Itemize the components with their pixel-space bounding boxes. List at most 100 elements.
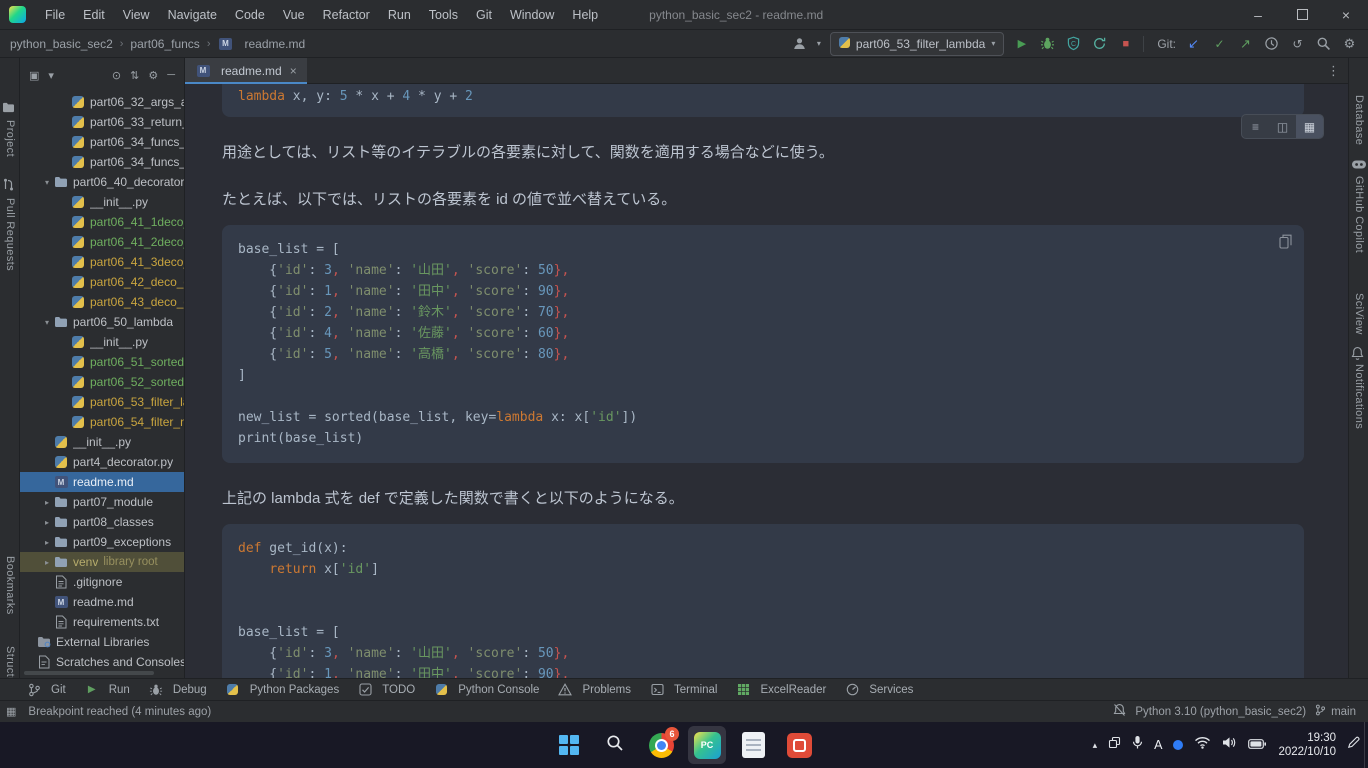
tree-item[interactable]: ▸part08_classes <box>20 512 184 532</box>
chevron-right-icon[interactable]: ▸ <box>41 558 53 567</box>
menu-run[interactable]: Run <box>379 0 420 30</box>
wifi-icon[interactable] <box>1194 736 1211 754</box>
push-button[interactable]: ↗ <box>1237 35 1254 53</box>
tray-chevron-icon[interactable]: ▴ <box>1093 740 1098 751</box>
menu-code[interactable]: Code <box>226 0 274 30</box>
tree-item[interactable]: part06_52_sorted_no <box>20 372 184 392</box>
notifications-muted-icon[interactable] <box>1113 703 1126 720</box>
toolwindow-toggle-icon[interactable]: ▦ <box>6 705 16 718</box>
close-tab-icon[interactable]: × <box>290 64 297 78</box>
debug-button[interactable] <box>1039 35 1056 53</box>
menu-help[interactable]: Help <box>563 0 607 30</box>
commit-button[interactable]: ✓ <box>1211 35 1228 53</box>
tree-item[interactable]: __init__.py <box>20 332 184 352</box>
microphone-icon[interactable] <box>1132 735 1143 755</box>
toolwindow-button-python-console[interactable]: Python Console <box>433 683 539 697</box>
github-copilot-icon[interactable] <box>1351 156 1367 177</box>
toolwindow-stripe-database[interactable]: Database <box>1353 95 1365 145</box>
menu-navigate[interactable]: Navigate <box>159 0 226 30</box>
settings-button[interactable]: ⚙ <box>1341 35 1358 53</box>
tree-item[interactable]: part06_43_deco_den <box>20 292 184 312</box>
pull-requests-icon[interactable] <box>2 178 15 196</box>
horizontal-scrollbar[interactable] <box>24 671 154 675</box>
chevron-down-icon[interactable]: ▾ <box>41 318 53 327</box>
project-view-options-icon[interactable]: ▣ <box>29 69 39 82</box>
tree-item[interactable]: part06_51_sorted_la <box>20 352 184 372</box>
pen-icon[interactable] <box>1347 736 1360 754</box>
menu-view[interactable]: View <box>114 0 159 30</box>
run-button[interactable]: ▶ <box>1013 35 1030 53</box>
rollback-button[interactable]: ↺ <box>1289 35 1306 53</box>
toolwindow-button-git[interactable]: Git <box>26 683 66 697</box>
interpreter-selector[interactable]: Python 3.10 (python_basic_sec2) <box>1135 706 1306 718</box>
tree-item[interactable]: Mreadme.md <box>20 592 184 612</box>
chevron-down-icon[interactable]: ▾ <box>41 178 53 187</box>
chrome-taskbar-button[interactable]: 6 <box>642 726 680 764</box>
history-button[interactable] <box>1263 35 1280 53</box>
toolwindow-stripe-bookmarks[interactable]: Bookmarks <box>4 556 16 615</box>
tree-item[interactable]: part06_53_filter_lam <box>20 392 184 412</box>
tree-item[interactable]: part4_decorator.py <box>20 452 184 472</box>
editor-only-icon[interactable]: ≡ <box>1242 115 1269 138</box>
tree-item[interactable]: part06_42_deco_den <box>20 272 184 292</box>
start-button[interactable] <box>550 726 588 764</box>
maximize-button[interactable] <box>1280 0 1324 29</box>
red-app-taskbar-button[interactable] <box>780 726 818 764</box>
toolwindow-stripe-sciview[interactable]: SciView <box>1353 293 1365 335</box>
stop-button[interactable]: ■ <box>1117 35 1134 53</box>
menu-vue[interactable]: Vue <box>274 0 314 30</box>
tree-item[interactable]: External Libraries <box>20 632 184 652</box>
chevron-right-icon[interactable]: ▸ <box>41 498 53 507</box>
show-desktop-button[interactable] <box>1364 722 1368 768</box>
toolwindow-button-terminal[interactable]: Terminal <box>649 683 717 697</box>
breadcrumb-item[interactable]: python_basic_sec2 <box>10 37 113 51</box>
tree-item[interactable]: part06_41_2deco_de <box>20 232 184 252</box>
project-icon[interactable] <box>2 100 15 118</box>
tree-item[interactable]: part06_33_return_fun <box>20 112 184 132</box>
status-message[interactable]: Breakpoint reached (4 minutes ago) <box>28 706 211 718</box>
tree-item[interactable]: .gitignore <box>20 572 184 592</box>
tree-item[interactable]: ▸part09_exceptions <box>20 532 184 552</box>
tree-item[interactable]: __init__.py <box>20 192 184 212</box>
pycharm-taskbar-button[interactable]: PC <box>688 726 726 764</box>
chevron-right-icon[interactable]: ▸ <box>41 518 53 527</box>
tree-item[interactable]: part06_34_funcs_in_f <box>20 152 184 172</box>
toolwindow-button-problems[interactable]: Problems <box>557 683 631 697</box>
toolwindow-button-services[interactable]: Services <box>844 683 913 697</box>
panel-settings-icon[interactable]: ⚙ <box>148 69 158 82</box>
notepad-taskbar-button[interactable] <box>734 726 772 764</box>
locate-file-icon[interactable]: ⊙ <box>112 69 121 82</box>
tree-item[interactable]: part06_32_args_are_f <box>20 92 184 112</box>
tree-item[interactable]: part06_41_3deco_de <box>20 252 184 272</box>
breadcrumb-item[interactable]: part06_funcs <box>130 37 199 51</box>
user-dropdown-icon[interactable]: ▾ <box>817 39 821 48</box>
tree-item[interactable]: ▾part06_40_decorator <box>20 172 184 192</box>
menu-window[interactable]: Window <box>501 0 563 30</box>
tree-item[interactable]: ▸part07_module <box>20 492 184 512</box>
expand-collapse-icon[interactable]: ⇅ <box>130 69 139 82</box>
tree-item[interactable]: Scratches and Consoles <box>20 652 184 672</box>
toolwindow-button-todo[interactable]: TODO <box>357 683 415 697</box>
ime-indicator[interactable]: A <box>1154 738 1162 752</box>
tree-item[interactable]: __init__.py <box>20 432 184 452</box>
run-config-select[interactable]: part06_53_filter_lambda ▾ <box>830 32 1004 56</box>
tree-item[interactable]: part06_41_1deco_de <box>20 212 184 232</box>
toolwindow-button-debug[interactable]: Debug <box>148 683 207 697</box>
split-view-icon[interactable]: ◫ <box>1269 115 1296 138</box>
more-options-icon[interactable]: ⋮ <box>1327 58 1340 84</box>
coverage-button[interactable]: C <box>1065 35 1082 53</box>
minimize-button[interactable]: – <box>1236 0 1280 29</box>
toolwindow-button-run[interactable]: ▶Run <box>84 683 130 697</box>
hide-panel-icon[interactable]: ─ <box>167 69 175 81</box>
toolwindow-button-python-packages[interactable]: Python Packages <box>225 683 340 697</box>
user-icon[interactable] <box>791 35 808 53</box>
chevron-down-icon[interactable]: ▾ <box>48 69 54 82</box>
tree-item[interactable]: part06_54_filter_non <box>20 412 184 432</box>
update-project-button[interactable]: ↙ <box>1185 35 1202 53</box>
breadcrumb-item[interactable]: readme.md <box>244 37 305 51</box>
battery-icon[interactable] <box>1248 736 1267 754</box>
bell-icon[interactable] <box>1351 346 1364 365</box>
toolwindow-stripe-notifications[interactable]: Notifications <box>1353 364 1365 429</box>
toolwindow-stripe-pull-requests[interactable]: Pull Requests <box>4 198 16 271</box>
tree-item[interactable]: ▸venvlibrary root <box>20 552 184 572</box>
